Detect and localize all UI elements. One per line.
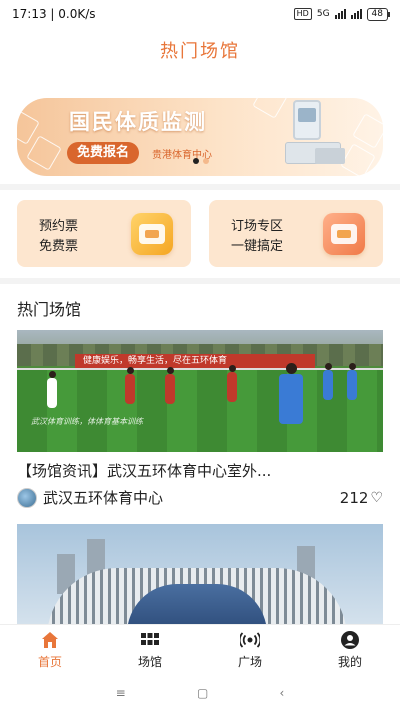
signal-icon bbox=[334, 9, 346, 19]
card-title[interactable]: 【场馆资讯】武汉五环体育中心室外... bbox=[17, 460, 383, 481]
tab-label: 广场 bbox=[237, 654, 262, 669]
card-label-line1: 订场专区 bbox=[231, 219, 284, 234]
section-title: 热门场馆 bbox=[17, 300, 82, 319]
page-title: 热门场馆 bbox=[160, 41, 240, 62]
carousel-indicator bbox=[193, 158, 209, 164]
hexagon-decoration bbox=[252, 98, 288, 119]
tab-home[interactable]: 首页 bbox=[0, 625, 100, 674]
like-button[interactable]: 212 ♡ bbox=[340, 489, 383, 507]
card-label-line2: 免费票 bbox=[39, 239, 79, 254]
like-count: 212 bbox=[339, 488, 369, 507]
hexagon-decoration bbox=[352, 113, 383, 149]
player-figure bbox=[227, 365, 237, 402]
venue-news-card[interactable]: 健康娱乐，畅享生活，尽在五环体育 武汉体育训练，体体育基本训练 【场馆资讯】武汉… bbox=[17, 330, 383, 508]
card-label-line2: 一键搞定 bbox=[231, 239, 284, 254]
status-bar: 17:13 | 0.0K/s HD 5G 48 bbox=[0, 0, 400, 28]
quick-actions: 预约票 免费票 订场专区 一键搞定 bbox=[0, 190, 400, 278]
free-signup-button[interactable]: 免费报名 bbox=[67, 142, 140, 164]
tab-mine[interactable]: 我的 bbox=[300, 625, 400, 674]
player-figure bbox=[165, 367, 175, 404]
carousel-dot[interactable] bbox=[193, 158, 199, 164]
kiosk-machine-image bbox=[285, 98, 345, 170]
venue-booking-icon bbox=[323, 213, 365, 255]
venue-name: 武汉五环体育中心 bbox=[43, 489, 164, 507]
banner-section: 国民体质监测 免费报名 贵港体育中心 bbox=[0, 72, 400, 184]
system-nav-bar: ≡ ▢ ‹ bbox=[0, 674, 400, 711]
player-figure bbox=[47, 371, 57, 408]
hot-venues-section: 热门场馆 健康娱乐，畅享生活，尽在五环体育 武汉体育训练，体体育基本训练 【场馆… bbox=[0, 284, 400, 624]
ticket-icon bbox=[131, 213, 173, 255]
tab-label: 场馆 bbox=[137, 654, 162, 669]
player-figure bbox=[279, 363, 303, 424]
grid-icon bbox=[141, 632, 159, 645]
player-figure bbox=[323, 363, 333, 400]
network-label: 5G bbox=[316, 9, 330, 19]
broadcast-icon bbox=[240, 631, 260, 648]
home-icon bbox=[42, 631, 58, 648]
menu-icon[interactable]: ≡ bbox=[116, 686, 126, 700]
venue-info[interactable]: 武汉五环体育中心 bbox=[17, 487, 163, 508]
tab-venues[interactable]: 场馆 bbox=[100, 625, 200, 674]
hd-icon: HD bbox=[293, 8, 312, 20]
signal-icon-2 bbox=[350, 9, 362, 19]
player-figure bbox=[347, 363, 357, 400]
home-button-icon[interactable]: ▢ bbox=[197, 686, 208, 700]
carousel-dot[interactable] bbox=[203, 158, 209, 164]
back-icon[interactable]: ‹ bbox=[280, 686, 285, 700]
status-time-speed: 17:13 | 0.0K/s bbox=[12, 7, 96, 21]
tab-label: 首页 bbox=[37, 654, 62, 669]
user-icon bbox=[341, 630, 359, 649]
heart-icon: ♡ bbox=[370, 489, 383, 506]
venue-photo: 健康娱乐，畅享生活，尽在五环体育 武汉体育训练，体体育基本训练 bbox=[17, 330, 383, 452]
player-figure bbox=[125, 367, 135, 404]
photo-watermark: 武汉体育训练，体体育基本训练 bbox=[31, 417, 143, 426]
ticket-booking-card[interactable]: 预约票 免费票 bbox=[17, 200, 191, 267]
status-icons: HD 5G 48 bbox=[293, 7, 391, 21]
banner-title: 国民体质监测 bbox=[69, 110, 207, 134]
venue-booking-card[interactable]: 订场专区 一键搞定 bbox=[209, 200, 383, 267]
card-meta: 武汉五环体育中心 212 ♡ bbox=[17, 487, 383, 508]
bottom-tab-bar: 首页 场馆 广场 我的 bbox=[0, 624, 400, 674]
stadium-photo bbox=[17, 524, 383, 624]
promo-banner[interactable]: 国民体质监测 免费报名 贵港体育中心 bbox=[17, 98, 383, 176]
venue-news-card[interactable] bbox=[17, 524, 383, 624]
tab-plaza[interactable]: 广场 bbox=[200, 625, 300, 674]
hexagon-decoration bbox=[340, 143, 376, 176]
battery-icon: 48 bbox=[366, 7, 391, 21]
tab-label: 我的 bbox=[337, 654, 362, 669]
photo-sign-text: 健康娱乐，畅享生活，尽在五环体育 bbox=[75, 354, 315, 368]
hexagon-decoration bbox=[26, 135, 62, 171]
card-label-line1: 预约票 bbox=[39, 219, 79, 234]
app-header: 热门场馆 bbox=[0, 28, 400, 72]
avatar bbox=[17, 487, 37, 508]
